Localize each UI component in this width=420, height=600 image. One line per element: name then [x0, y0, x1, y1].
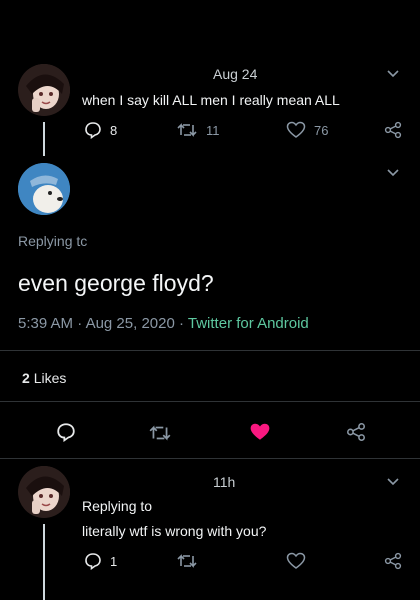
reply-count: 1	[110, 553, 118, 569]
share-icon	[346, 422, 366, 442]
reply-count: 8	[110, 122, 118, 138]
chevron-down-icon[interactable]	[386, 165, 400, 181]
avatar[interactable]	[18, 466, 70, 518]
tweet-source[interactable]: Twitter for Android	[188, 315, 309, 332]
share-button[interactable]	[384, 552, 402, 570]
divider	[0, 458, 420, 459]
reply-button[interactable]	[56, 422, 76, 442]
tweet-text: literally wtf is wrong with you?	[82, 523, 267, 539]
retweet-icon	[149, 425, 171, 441]
share-icon	[384, 121, 402, 139]
retweet-button[interactable]	[148, 423, 172, 443]
like-button[interactable]: 76	[286, 121, 328, 139]
chevron-down-icon[interactable]	[386, 66, 400, 82]
retweet-icon	[177, 554, 197, 568]
retweet-button[interactable]: 11	[176, 121, 220, 139]
reply-button[interactable]: 1	[84, 552, 117, 570]
tweet-time[interactable]: 11h	[213, 474, 235, 490]
replying-label: Replying to	[82, 498, 153, 514]
heart-icon	[286, 121, 306, 138]
retweet-button[interactable]	[176, 552, 198, 570]
retweet-count: 11	[206, 122, 220, 138]
avatar-image	[18, 163, 70, 215]
reply-icon	[85, 122, 101, 139]
tweet-text: even george floyd?	[18, 270, 214, 296]
replying-label: Replying tc	[18, 233, 88, 249]
thread-line	[43, 122, 45, 156]
thread-line	[43, 524, 45, 600]
share-icon	[384, 552, 402, 570]
avatar-image	[18, 466, 70, 518]
share-button[interactable]	[384, 121, 402, 139]
tweet-text: when I say kill ALL men I really mean AL…	[82, 92, 340, 108]
avatar-image	[18, 64, 70, 116]
like-count: 76	[314, 122, 329, 138]
avatar[interactable]	[18, 163, 70, 215]
chevron-down-icon[interactable]	[386, 474, 400, 490]
like-button[interactable]	[249, 422, 271, 442]
heart-icon	[286, 552, 306, 569]
heart-filled-icon	[250, 423, 270, 440]
reply-button[interactable]: 8	[84, 121, 117, 139]
tweet-date[interactable]: Aug 24	[213, 66, 257, 82]
divider	[0, 350, 420, 351]
separator: ·	[77, 315, 86, 332]
reply-icon	[57, 423, 75, 442]
tweet-time[interactable]: 5:39 AM	[18, 315, 73, 332]
tweet-date[interactable]: Aug 25, 2020	[86, 315, 175, 332]
like-button[interactable]	[286, 552, 306, 570]
likes-count: 2	[22, 370, 30, 386]
reply-icon	[85, 553, 101, 570]
tweet-metadata: 5:39 AM · Aug 25, 2020 · Twitter for And…	[18, 315, 309, 332]
retweet-icon	[177, 123, 197, 137]
likes-label: Likes	[33, 370, 67, 386]
share-button[interactable]	[346, 422, 366, 442]
avatar[interactable]	[18, 64, 70, 116]
separator: ·	[178, 315, 188, 332]
likes-stat[interactable]: 2 Likes	[22, 370, 66, 386]
divider	[0, 401, 420, 402]
